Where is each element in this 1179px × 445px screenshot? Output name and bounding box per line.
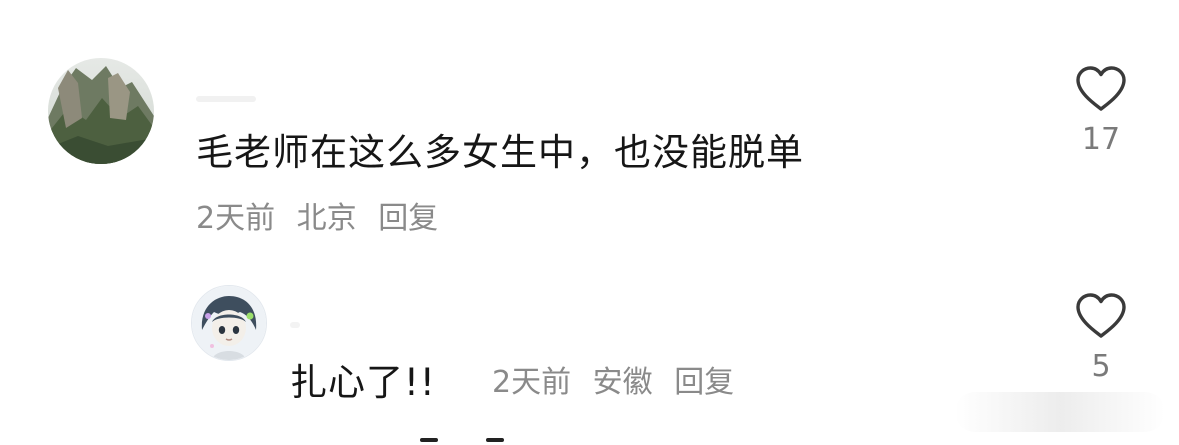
avatar[interactable] [48,58,154,164]
reply-button[interactable]: 回复 [378,201,438,236]
comment-time: 2天前 [196,201,276,236]
username-placeholder [196,96,256,102]
comment-meta: 2天前 北京 回复 [196,204,450,234]
reply-avatar[interactable] [191,285,267,361]
comment-location: 北京 [296,201,357,236]
reply-location: 安徽 [592,365,653,400]
reply-time: 2天前 [492,365,572,400]
reply-like-control: 5 [1071,292,1131,382]
like-count: 17 [1081,122,1121,157]
comment-section: 毛老师在这么多女生中，也没能脱单 2天前 北京 回复 17 扎心了!! 2天前 … [0,0,1179,445]
reply-text: 扎心了!! [290,361,436,404]
heart-outline-icon[interactable] [1074,65,1128,113]
next-comment-partial [400,438,540,445]
reply-username-placeholder [290,322,300,328]
reply-reply-button[interactable]: 回复 [674,365,734,400]
like-control: 17 [1071,65,1131,155]
reply-like-count: 5 [1091,349,1111,384]
reply-meta: 2天前 安徽 回复 [492,368,746,398]
comment-text: 毛老师在这么多女生中，也没能脱单 [196,131,804,174]
watermark [955,392,1165,432]
heart-outline-icon[interactable] [1074,292,1128,340]
